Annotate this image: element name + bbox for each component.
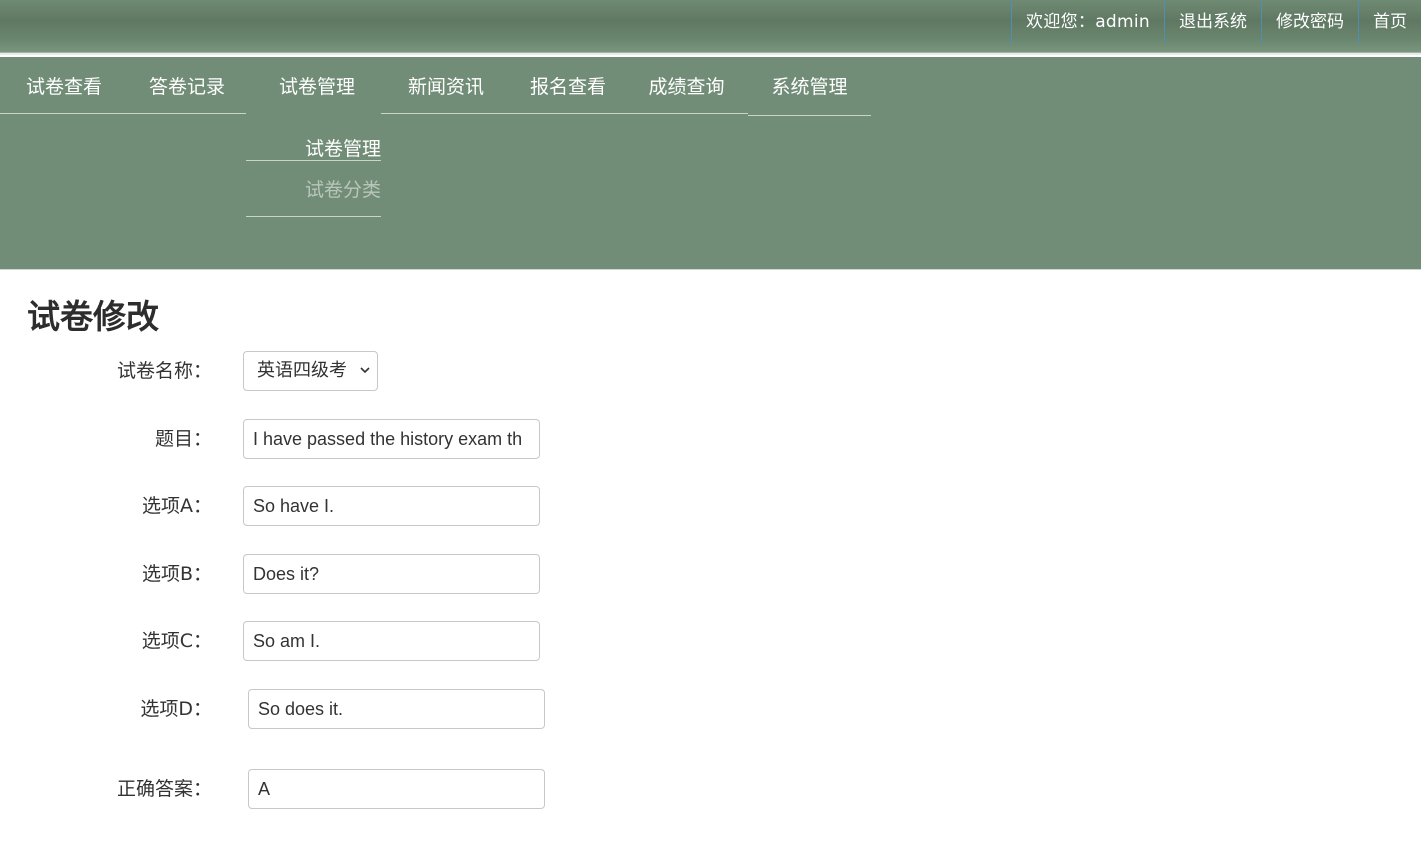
main-nav-area: 试卷查看 答卷记录 试卷管理 新闻资讯 报名查看 成绩查询 系统管理 [0, 57, 1421, 270]
nav-item-registration-view[interactable]: 报名查看 [511, 57, 625, 114]
option-b-input[interactable] [243, 554, 540, 594]
submenu-item-paper-management[interactable]: 试卷管理 [305, 134, 1421, 161]
answer-input[interactable] [248, 769, 545, 809]
main-nav-menu: 试卷查看 答卷记录 试卷管理 新闻资讯 报名查看 成绩查询 系统管理 [0, 57, 871, 116]
logout-link[interactable]: 退出系统 [1164, 0, 1261, 44]
welcome-label: 欢迎您： [1026, 12, 1096, 32]
home-link[interactable]: 首页 [1358, 0, 1421, 44]
welcome-text: 欢迎您：admin [1011, 0, 1164, 44]
paper-name-select[interactable]: 英语四级考 [243, 351, 378, 391]
submenu-item-paper-category[interactable]: 试卷分类 [305, 175, 1421, 202]
change-password-link[interactable]: 修改密码 [1261, 0, 1358, 44]
nav-item-news[interactable]: 新闻资讯 [381, 57, 511, 114]
form-row-option-b: 选项B： [0, 554, 600, 594]
paper-name-label: 试卷名称： [116, 360, 212, 382]
paper-name-selected-value: 英语四级考 [257, 360, 347, 381]
option-d-input[interactable] [248, 689, 545, 729]
form-row-answer: 正确答案： [0, 769, 600, 809]
nav-item-paper-view[interactable]: 试卷查看 [0, 57, 128, 114]
option-a-input[interactable] [243, 486, 540, 526]
option-a-label: 选项A： [142, 495, 212, 517]
submenu-divider [246, 216, 381, 217]
question-label: 题目： [154, 428, 212, 450]
question-input[interactable] [243, 419, 540, 459]
option-c-label: 选项C： [141, 630, 212, 652]
option-c-input[interactable] [243, 621, 540, 661]
form-row-option-d: 选项D： [0, 689, 600, 729]
form-row-option-c: 选项C： [0, 621, 600, 661]
header-links: 欢迎您：admin 退出系统 修改密码 首页 [1011, 0, 1421, 44]
page-title: 试卷修改 [27, 297, 159, 336]
nav-item-system-management[interactable]: 系统管理 [748, 57, 871, 116]
form-row-option-a: 选项A： [0, 486, 600, 526]
nav-item-answer-records[interactable]: 答卷记录 [128, 57, 246, 114]
nav-item-score-query[interactable]: 成绩查询 [625, 57, 748, 114]
option-d-label: 选项D： [140, 698, 212, 720]
username: admin [1095, 12, 1150, 32]
chevron-down-icon [360, 367, 370, 374]
top-header-bar: 欢迎您：admin 退出系统 修改密码 首页 [0, 0, 1421, 55]
form-row-question: 题目： [0, 419, 600, 459]
option-b-label: 选项B： [141, 563, 212, 585]
form-row-paper-name: 试卷名称： 英语四级考 [0, 351, 600, 391]
answer-label: 正确答案： [116, 778, 212, 800]
